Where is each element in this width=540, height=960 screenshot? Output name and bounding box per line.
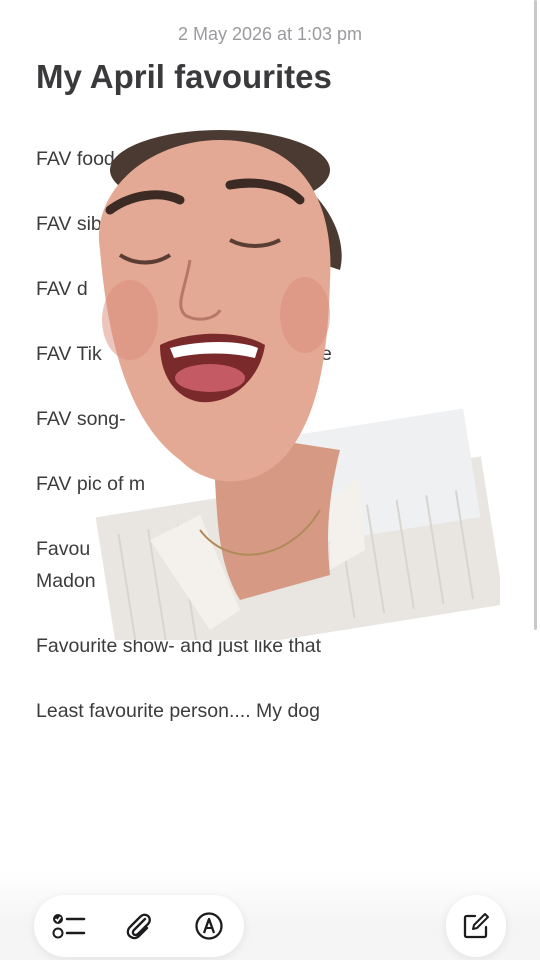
- markup-pen-icon: [194, 911, 224, 941]
- note-line: Favou Madon: [36, 533, 366, 597]
- note-tools-group: [34, 895, 244, 957]
- scrollbar[interactable]: [534, 0, 537, 630]
- compose-icon: [461, 911, 491, 941]
- attachment-button[interactable]: [117, 904, 161, 948]
- markup-button[interactable]: [187, 904, 231, 948]
- note-line-text: Madon: [36, 570, 96, 592]
- note-line: Least favourite person.... My dog: [36, 700, 320, 722]
- note-line: FAV food- c: [36, 148, 137, 170]
- note-line: FAV Tik e: [36, 338, 366, 370]
- note-line: FAV song-: [36, 408, 126, 430]
- note-title[interactable]: My April favourites: [36, 58, 332, 96]
- note-line: FAV d: [36, 278, 88, 300]
- compose-button[interactable]: [446, 895, 506, 957]
- note-line: Favourite show- and just like that: [36, 635, 322, 657]
- note-line-text: FAV Tik: [36, 343, 102, 365]
- note-body[interactable]: FAV food- c FAV sib FAV d FAV Tik e FAV s…: [36, 143, 366, 760]
- note-line-text: Favou: [36, 538, 91, 560]
- note-line: FAV sib: [36, 213, 102, 235]
- timestamp: 2 May 2026 at 1:03 pm: [177, 24, 363, 44]
- checklist-icon: [52, 911, 86, 941]
- paperclip-icon: [125, 911, 153, 941]
- note-line: FAV pic of m: [36, 473, 146, 495]
- checklist-button[interactable]: [47, 904, 91, 948]
- note-line-tail: e: [321, 343, 332, 365]
